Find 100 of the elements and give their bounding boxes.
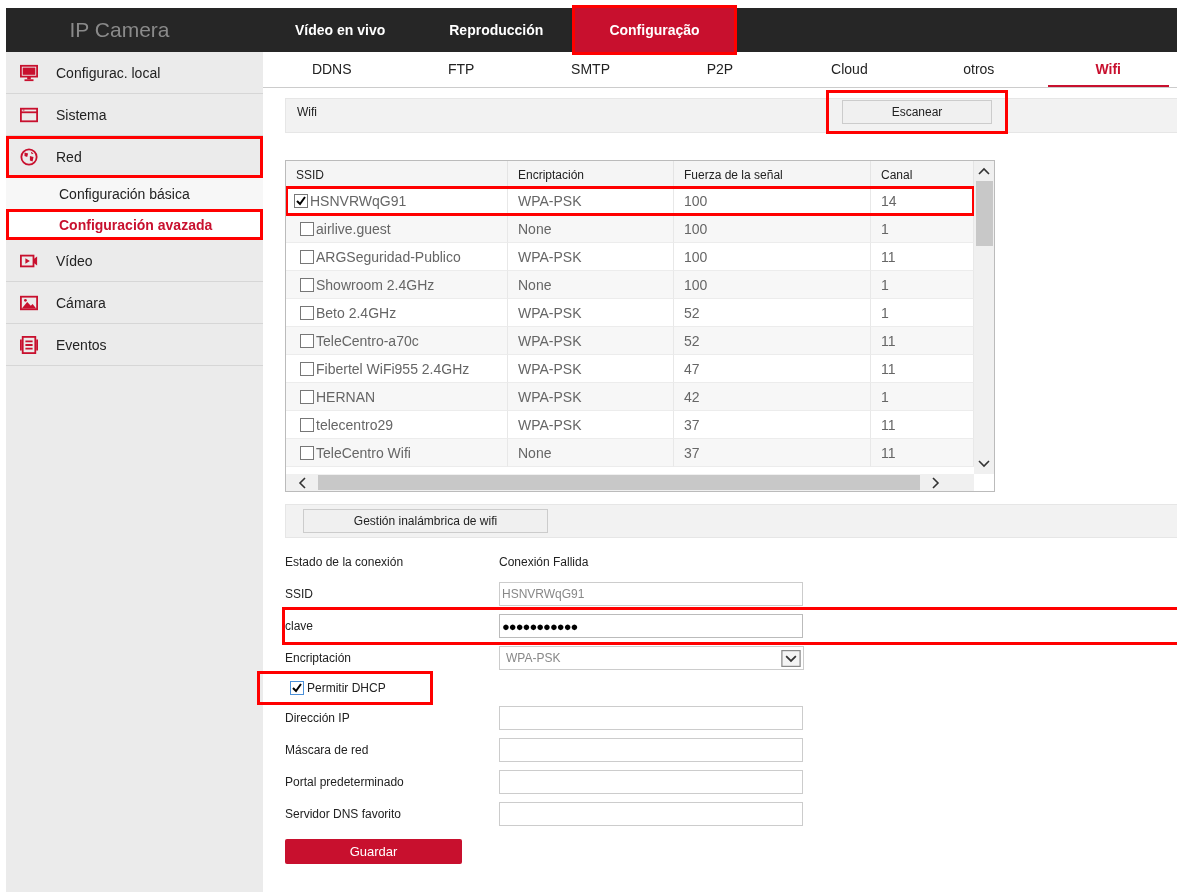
- app-title: IP Camera: [68, 17, 171, 43]
- checkbox[interactable]: [300, 361, 314, 376]
- table-cell: 100: [684, 276, 708, 293]
- table-cell: 1: [881, 276, 889, 293]
- field-label: Portal predeterminado: [285, 775, 405, 789]
- sidebar-item[interactable]: Configurac. local: [6, 52, 263, 94]
- table-row[interactable]: HSNVRWqG91 WPA-PSK 100 14: [286, 187, 974, 215]
- scroll-thumb[interactable]: [318, 475, 920, 490]
- checkbox[interactable]: [300, 389, 314, 404]
- checkbox[interactable]: [300, 417, 314, 432]
- table-row[interactable]: TeleCentro Wifi None 37 11: [286, 439, 974, 467]
- table-cell: 37: [684, 416, 700, 433]
- wifi-management-button[interactable]: Gestión inalámbrica de wifi: [303, 509, 548, 533]
- sidebar-item[interactable]: Red: [6, 136, 263, 178]
- table-row[interactable]: TeleCentro-a70c WPA-PSK 52 11: [286, 327, 974, 355]
- select-field[interactable]: WPA-PSK: [499, 646, 804, 670]
- table-cell: 37: [684, 444, 700, 461]
- table-cell: WPA-PSK: [518, 304, 582, 321]
- table-cell: WPA-PSK: [518, 192, 582, 209]
- section-title: Wifi: [296, 104, 317, 119]
- sub-tab[interactable]: Cloud: [788, 52, 911, 87]
- scroll-down-icon[interactable]: [978, 460, 990, 468]
- table-cell: 11: [881, 332, 896, 349]
- nav-tab[interactable]: Reproducción: [417, 8, 576, 52]
- field-label: Encriptación: [285, 651, 353, 665]
- table-cell: Fibertel WiFi955 2.4GHz: [316, 360, 470, 377]
- sub-tab[interactable]: P2P: [659, 52, 781, 87]
- sidebar-item[interactable]: Cámara: [6, 282, 263, 324]
- scroll-left-icon[interactable]: [298, 476, 306, 489]
- input-field[interactable]: [499, 738, 803, 762]
- checkbox[interactable]: [294, 193, 308, 208]
- table-cell: 11: [881, 416, 896, 433]
- input-field[interactable]: [499, 770, 803, 794]
- checkbox[interactable]: [300, 333, 314, 348]
- input-field[interactable]: [499, 706, 803, 730]
- sidebar-subitem[interactable]: Configuración básica: [6, 178, 263, 209]
- table-cell: WPA-PSK: [518, 388, 582, 405]
- sub-tab[interactable]: Wifi: [1047, 52, 1169, 87]
- table-row[interactable]: Showroom 2.4GHz None 100 1: [286, 271, 974, 299]
- table-cell: HERNAN: [316, 388, 376, 405]
- horizontal-scrollbar[interactable]: [286, 474, 974, 491]
- table-cell: Showroom 2.4GHz: [316, 276, 435, 293]
- scroll-thumb[interactable]: [975, 181, 993, 246]
- sub-tab[interactable]: DDNS: [271, 52, 393, 87]
- sidebar-item[interactable]: Eventos: [6, 324, 263, 366]
- save-button[interactable]: Guardar: [285, 839, 462, 864]
- table-cell: 11: [881, 248, 896, 265]
- field-label: clave: [285, 619, 314, 633]
- table-cell: None: [518, 444, 552, 461]
- table-cell: airlive.guest: [316, 220, 391, 237]
- table-cell: 11: [881, 444, 896, 461]
- input-field[interactable]: [499, 802, 803, 826]
- sub-tab[interactable]: SMTP: [529, 52, 652, 87]
- table-cell: 52: [684, 304, 700, 321]
- window-icon: [20, 105, 38, 124]
- sidebar-subitem[interactable]: Configuración avazada: [6, 209, 263, 240]
- table-cell: TeleCentro-a70c: [316, 332, 419, 349]
- sub-tab[interactable]: otros: [918, 52, 1040, 87]
- scroll-up-icon[interactable]: [978, 167, 990, 175]
- checkbox[interactable]: [300, 277, 314, 292]
- checkbox[interactable]: [300, 221, 314, 236]
- table-cell: WPA-PSK: [518, 332, 582, 349]
- vertical-scrollbar[interactable]: [974, 161, 994, 474]
- checkbox[interactable]: [300, 305, 314, 320]
- table-cell: telecentro29: [316, 416, 394, 433]
- table-cell: WPA-PSK: [518, 248, 582, 265]
- sub-tab[interactable]: FTP: [400, 52, 522, 87]
- table-cell: HSNVRWqG91: [310, 192, 407, 209]
- checkbox[interactable]: [290, 681, 304, 695]
- table-cell: WPA-PSK: [518, 360, 582, 377]
- password-field[interactable]: ●●●●●●●●●●●: [499, 614, 803, 638]
- status-text: Conexión Fallida: [499, 555, 589, 569]
- table-cell: 1: [881, 220, 889, 237]
- field-label: Dirección IP: [285, 711, 351, 725]
- field-label: Servidor DNS favorito: [285, 807, 403, 821]
- scan-button[interactable]: Escanear: [842, 100, 992, 124]
- nav-tab[interactable]: Configuração: [575, 8, 734, 52]
- table-cell: 47: [684, 360, 700, 377]
- field-label: Máscara de red: [285, 743, 370, 757]
- table-cell: 14: [881, 192, 897, 209]
- sidebar-item[interactable]: Sistema: [6, 94, 263, 136]
- checkbox-label: Permitir DHCP: [307, 681, 386, 695]
- table-cell: ARGSeguridad-Publico: [316, 248, 461, 265]
- table-cell: 100: [684, 220, 708, 237]
- checkbox[interactable]: [300, 445, 314, 460]
- scroll-right-icon[interactable]: [932, 476, 940, 489]
- table-cell: TeleCentro Wifi: [316, 444, 411, 461]
- checkbox[interactable]: [300, 249, 314, 264]
- nav-tab[interactable]: Vídeo en vivo: [263, 8, 418, 52]
- table-cell: 42: [684, 388, 700, 405]
- list-icon: [20, 335, 38, 354]
- table-row[interactable]: airlive.guest None 100 1: [286, 215, 974, 243]
- input-field[interactable]: HSNVRWqG91: [499, 582, 803, 606]
- image-icon: [20, 293, 38, 312]
- table-cell: 52: [684, 332, 700, 349]
- table-row[interactable]: HERNAN WPA-PSK 42 1: [286, 383, 974, 411]
- table-cell: 11: [881, 360, 896, 377]
- dropdown-icon[interactable]: [781, 649, 801, 667]
- table-cell: 100: [684, 248, 708, 265]
- sidebar-item[interactable]: Vídeo: [6, 240, 263, 282]
